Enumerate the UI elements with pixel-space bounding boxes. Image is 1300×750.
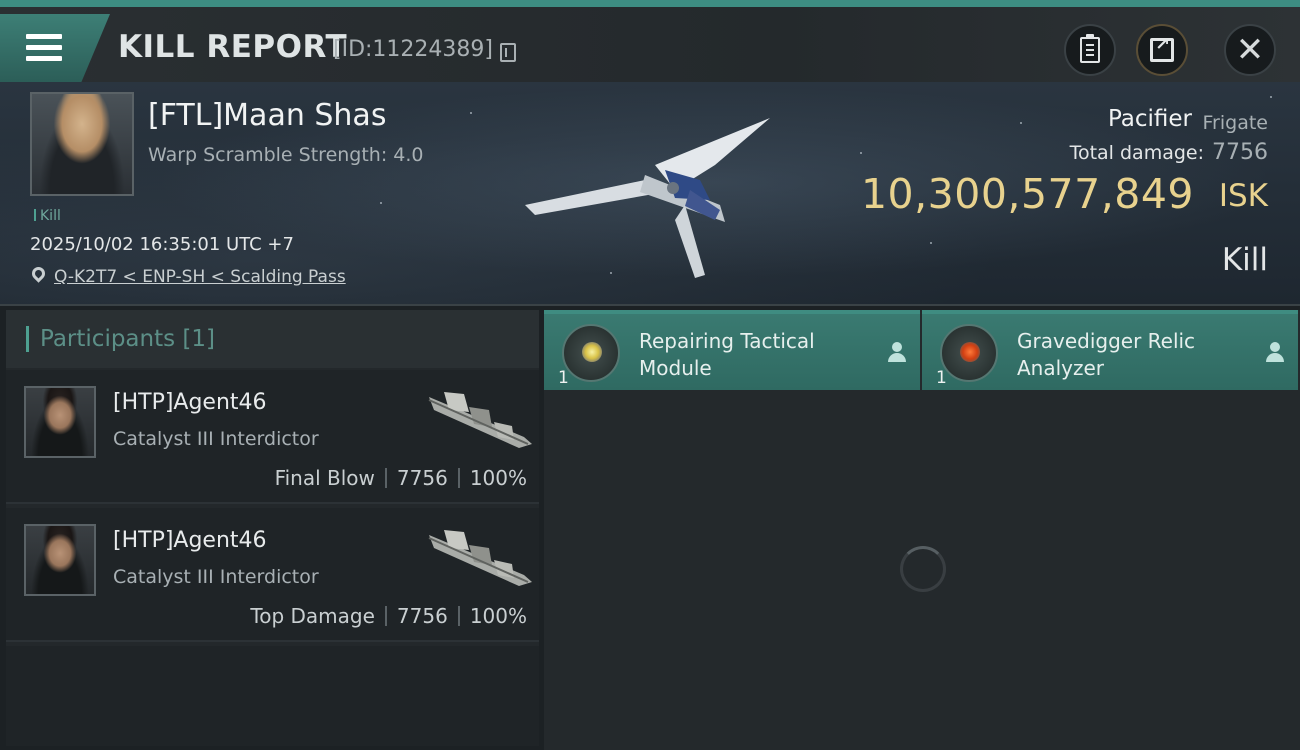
divider bbox=[384, 468, 387, 488]
page-title: KILL REPORT bbox=[118, 29, 348, 65]
victim-name[interactable]: [FTL]Maan Shas bbox=[148, 98, 386, 133]
victim-ship-class: Frigate bbox=[1202, 112, 1268, 134]
hamburger-icon bbox=[26, 34, 62, 67]
module-name: Gravedigger Relic Analyzer bbox=[1017, 329, 1196, 380]
divider bbox=[457, 468, 460, 488]
modules-panel: 1 Repairing Tactical Module 1 Gravedigge… bbox=[544, 310, 1300, 750]
participant-ship: Catalyst III Interdictor bbox=[113, 428, 319, 450]
participant-ship-image bbox=[428, 392, 532, 448]
module-quantity: 1 bbox=[558, 368, 569, 388]
loading-spinner bbox=[900, 546, 946, 592]
report-id: [ID:11224389] bbox=[333, 37, 493, 62]
participant-percent: 100% bbox=[469, 466, 527, 490]
participant-card[interactable]: [HTP]Agent46 Catalyst III Interdictor To… bbox=[6, 508, 539, 642]
divider bbox=[457, 606, 460, 626]
result-label: Kill bbox=[1221, 242, 1268, 278]
total-damage-label: Total damage: bbox=[1069, 142, 1204, 164]
participants-title: Participants [1] bbox=[40, 326, 215, 352]
person-icon bbox=[1266, 342, 1284, 362]
participant-role: Final Blow bbox=[274, 466, 375, 490]
close-icon: ✕ bbox=[1235, 30, 1265, 70]
participant-card[interactable]: [HTP]Agent46 Catalyst III Interdictor Fi… bbox=[6, 370, 539, 504]
clipboard-button[interactable] bbox=[1064, 24, 1116, 76]
participants-panel: Participants [1] [HTP]Agent46 Catalyst I… bbox=[6, 310, 539, 746]
participant-percent: 100% bbox=[469, 604, 527, 628]
share-button[interactable] bbox=[1136, 24, 1188, 76]
header-accent-bar bbox=[26, 326, 29, 352]
module-name: Repairing Tactical Module bbox=[639, 329, 815, 380]
clipboard-icon bbox=[1080, 34, 1100, 63]
top-bar: KILL REPORT [ID:11224389] ✕ bbox=[0, 0, 1300, 82]
participants-empty-space bbox=[6, 646, 539, 746]
participant-name: [HTP]Agent46 bbox=[113, 390, 267, 415]
participant-damage: 7756 bbox=[396, 466, 448, 490]
repair-module-icon bbox=[562, 324, 620, 382]
module-item[interactable]: 1 Repairing Tactical Module bbox=[544, 310, 920, 390]
location-pin-icon bbox=[29, 264, 48, 283]
close-button[interactable]: ✕ bbox=[1224, 24, 1276, 76]
kill-datetime: 2025/10/02 16:35:01 UTC +7 bbox=[30, 234, 294, 255]
participant-avatar[interactable] bbox=[24, 524, 96, 596]
victim-avatar[interactable] bbox=[30, 92, 134, 196]
isk-unit: ISK bbox=[1218, 178, 1268, 214]
participant-damage: 7756 bbox=[396, 604, 448, 628]
relic-analyzer-icon bbox=[940, 324, 998, 382]
menu-button[interactable] bbox=[0, 14, 110, 82]
participant-name: [HTP]Agent46 bbox=[113, 528, 267, 553]
participants-header: Participants [1] bbox=[6, 310, 539, 368]
victim-ship-image bbox=[525, 118, 770, 278]
participant-ship: Catalyst III Interdictor bbox=[113, 566, 319, 588]
divider bbox=[384, 606, 387, 626]
participant-stats: Final Blow 7756 100% bbox=[275, 466, 527, 490]
participant-role: Top Damage bbox=[250, 604, 375, 628]
module-item[interactable]: 1 Gravedigger Relic Analyzer bbox=[922, 310, 1298, 390]
kill-location-link[interactable]: Q-K2T7 < ENP-SH < Scalding Pass bbox=[54, 267, 346, 287]
copy-icon[interactable] bbox=[500, 43, 516, 62]
isk-value: 10,300,577,849 bbox=[860, 170, 1194, 218]
participant-ship-image bbox=[428, 530, 532, 586]
total-damage-value: 7756 bbox=[1212, 140, 1268, 165]
module-quantity: 1 bbox=[936, 368, 947, 388]
victim-ship-name[interactable]: Pacifier bbox=[1108, 106, 1192, 132]
participant-avatar[interactable] bbox=[24, 386, 96, 458]
kill-tag: Kill bbox=[34, 208, 61, 224]
victim-banner: [FTL]Maan Shas Warp Scramble Strength: 4… bbox=[0, 82, 1300, 306]
participant-stats: Top Damage 7756 100% bbox=[250, 604, 527, 628]
share-icon bbox=[1150, 34, 1174, 62]
person-icon bbox=[888, 342, 906, 362]
warp-scramble-strength: Warp Scramble Strength: 4.0 bbox=[148, 144, 424, 166]
